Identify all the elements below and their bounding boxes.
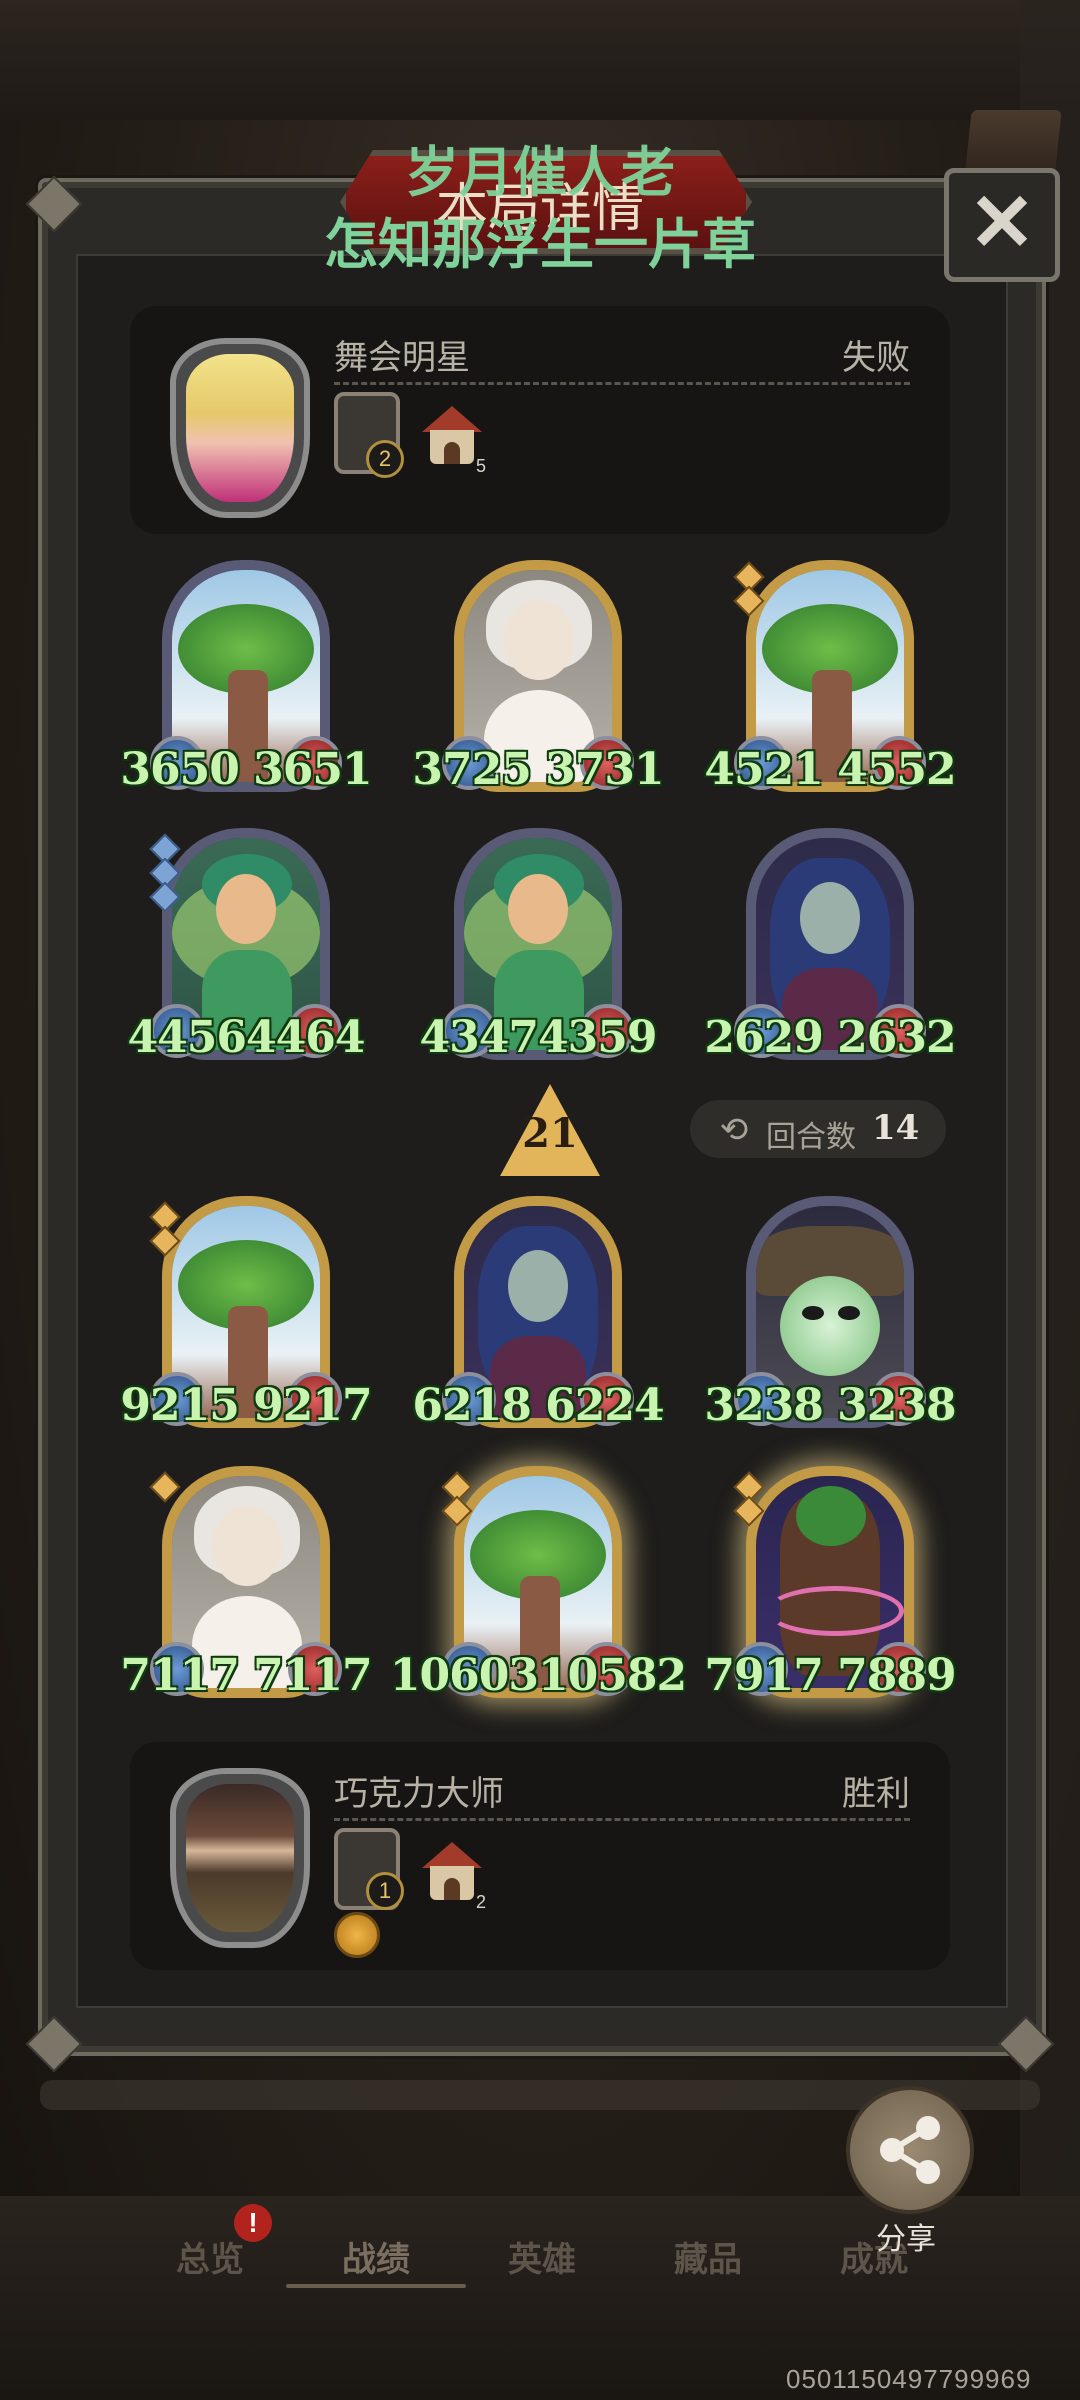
unit-card[interactable]: 44564464	[128, 828, 365, 1063]
top-background	[0, 0, 1080, 120]
unit-card[interactable]: 43474359	[420, 828, 657, 1063]
refresh-icon: ⟲	[719, 1111, 749, 1149]
close-icon: ✕	[968, 178, 1036, 267]
unit-card[interactable]: 1060310582	[390, 1466, 687, 1701]
unit-stats: 2629 2632	[704, 1012, 956, 1063]
tab-overview[interactable]: 总览	[130, 2232, 290, 2281]
unit-stats: 3650 3651	[120, 744, 372, 795]
round-label: 回合数	[766, 1121, 856, 1154]
unit-stats: 3238 3238	[704, 1380, 956, 1431]
close-button[interactable]: ✕	[944, 168, 1060, 282]
opponent-avatar	[170, 338, 310, 518]
share-button[interactable]	[846, 2086, 974, 2214]
house-icon	[422, 1842, 482, 1902]
house-count: 5	[476, 456, 487, 476]
unit-stats: 1060310582	[389, 1650, 687, 1701]
hero-badge-icon: 1	[334, 1828, 404, 1910]
unit-card[interactable]: 3725 3731	[412, 560, 665, 795]
round-value: 14	[872, 1108, 920, 1148]
unit-card[interactable]: 4521 4552	[704, 560, 957, 795]
winner-player-card[interactable]: 巧克力大师 胜利 1 2	[130, 1742, 950, 1970]
opponent-player-card[interactable]: 舞会明星 失败 2 5	[130, 306, 950, 534]
unit-stats: 6218 6224	[412, 1380, 664, 1431]
unit-stats: 7917 7889	[704, 1650, 956, 1701]
unit-stats: 7117 7117	[120, 1650, 372, 1701]
share-icon	[880, 2116, 940, 2184]
overlay-text-line2: 怎知那浮生一片草	[324, 213, 756, 276]
winner-name: 巧克力大师	[334, 1775, 504, 1813]
unit-card[interactable]: 2629 2632	[704, 828, 957, 1063]
unit-stats: 3725 3731	[412, 744, 664, 795]
unit-card[interactable]: 7117 7117	[120, 1466, 373, 1701]
tab-battle-record[interactable]: 战绩	[296, 2232, 456, 2281]
overlay-text-line1: 岁月催人老	[405, 141, 675, 204]
winner-result: 胜利	[842, 1775, 910, 1813]
active-tab-indicator	[286, 2284, 466, 2288]
house-count: 2	[476, 1892, 487, 1912]
tab-collection[interactable]: 藏品	[628, 2232, 788, 2281]
tab-heroes[interactable]: 英雄	[462, 2232, 622, 2281]
hero-level-badge: 1	[366, 1872, 404, 1910]
hero-badge-icon: 2	[334, 392, 404, 478]
divider	[334, 1818, 910, 1821]
opponent-result: 失败	[842, 339, 910, 377]
medal-icon	[334, 1912, 380, 1958]
unit-stats: 4521 4552	[704, 744, 956, 795]
unit-stats: 43474359	[419, 1012, 658, 1063]
unit-card[interactable]: 6218 6224	[412, 1196, 665, 1431]
winner-avatar	[170, 1768, 310, 1948]
arrow-value: 21	[522, 1110, 578, 1157]
divider	[334, 382, 910, 385]
unit-card[interactable]: 9215 9217	[120, 1196, 373, 1431]
hero-level-badge: 2	[366, 440, 404, 478]
unit-card[interactable]: 3650 3651	[120, 560, 373, 795]
footer-id: 0501150497799969	[786, 2364, 1032, 2394]
share-label: 分享	[876, 2223, 936, 2256]
unit-card[interactable]: 3238 3238	[704, 1196, 957, 1431]
unit-stats: 9215 9217	[120, 1380, 372, 1431]
unit-stats: 44564464	[127, 1012, 366, 1063]
house-icon	[422, 406, 482, 466]
notification-badge: !	[234, 2204, 272, 2242]
opponent-name: 舞会明星	[334, 339, 470, 377]
unit-card[interactable]: 7917 7889	[704, 1466, 957, 1701]
